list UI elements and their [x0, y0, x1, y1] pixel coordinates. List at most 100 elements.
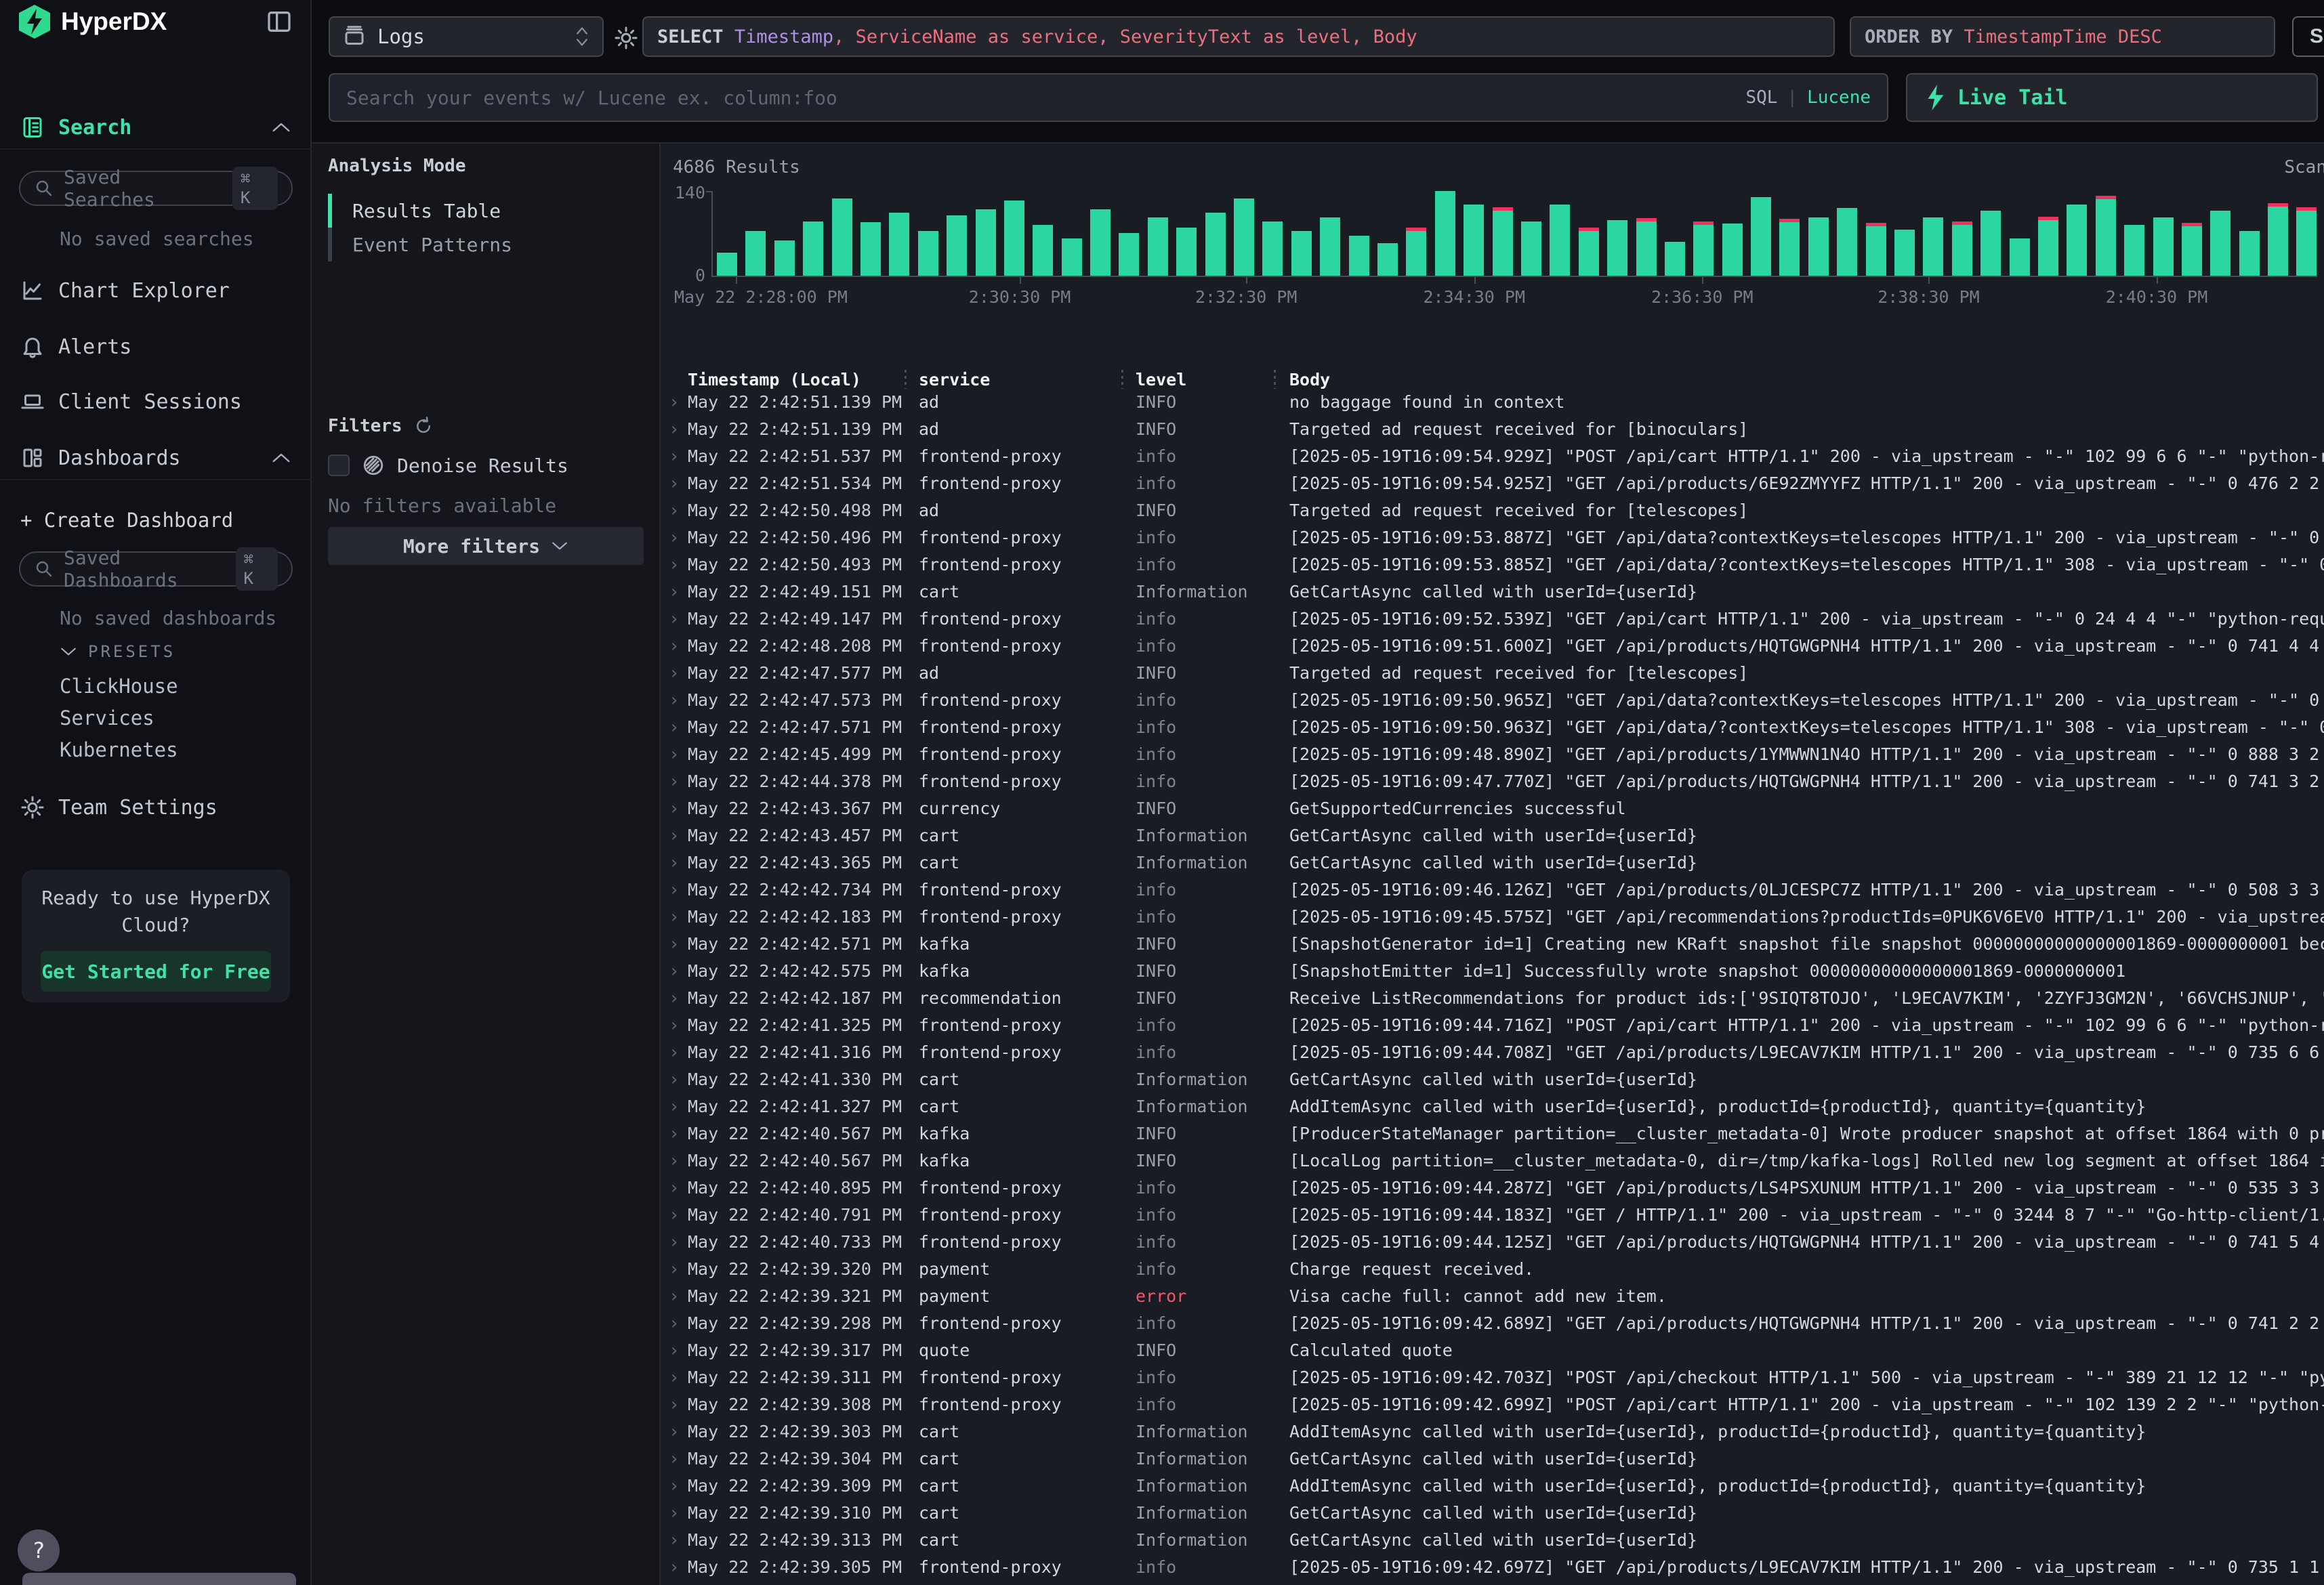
- histogram-bar[interactable]: [1779, 219, 1800, 276]
- event-search-input[interactable]: Search your events w/ Lucene ex. column:…: [329, 73, 1888, 122]
- histogram-bar[interactable]: [1607, 220, 1627, 276]
- table-row[interactable]: ›May 22 2:42:48.208 PMfrontend-proxyinfo…: [661, 632, 2324, 659]
- histogram-bar[interactable]: [1406, 228, 1426, 276]
- table-row[interactable]: ›May 22 2:42:41.316 PMfrontend-proxyinfo…: [661, 1038, 2324, 1065]
- refresh-icon[interactable]: [413, 416, 434, 436]
- table-row[interactable]: ›May 22 2:42:39.304 PMcartInformationGet…: [661, 1445, 2324, 1472]
- histogram-bar[interactable]: [1923, 217, 1943, 276]
- histogram-bar[interactable]: [745, 231, 766, 276]
- histogram-bar[interactable]: [860, 222, 881, 276]
- order-by-input[interactable]: ORDER BY TimestampTime DESC: [1850, 16, 2275, 57]
- histogram-bar[interactable]: [1349, 236, 1369, 276]
- row-expand-chevron-icon[interactable]: ›: [669, 1368, 680, 1388]
- row-expand-chevron-icon[interactable]: ›: [669, 1042, 680, 1063]
- histogram-bar[interactable]: [2038, 217, 2058, 276]
- histogram-bar[interactable]: [1033, 225, 1053, 276]
- live-tail-button[interactable]: Live Tail: [1906, 73, 2318, 122]
- histogram-bar[interactable]: [1262, 221, 1283, 276]
- table-row[interactable]: ›May 22 2:42:41.330 PMcartInformationGet…: [661, 1065, 2324, 1093]
- table-row[interactable]: ›May 22 2:42:50.496 PMfrontend-proxyinfo…: [661, 524, 2324, 551]
- row-expand-chevron-icon[interactable]: ›: [669, 1557, 680, 1578]
- sidebar-item-chart-explorer[interactable]: Chart Explorer: [0, 269, 312, 312]
- histogram-bar[interactable]: [976, 209, 996, 276]
- row-expand-chevron-icon[interactable]: ›: [669, 473, 680, 494]
- table-row[interactable]: ›May 22 2:42:42.187 PMrecommendationINFO…: [661, 984, 2324, 1011]
- histogram-bar[interactable]: [1377, 243, 1398, 276]
- table-row[interactable]: ›May 22 2:42:42.734 PMfrontend-proxyinfo…: [661, 876, 2324, 903]
- column-resize-handle-icon[interactable]: [1274, 370, 1276, 389]
- table-row[interactable]: ›May 22 2:42:40.791 PMfrontend-proxyinfo…: [661, 1201, 2324, 1228]
- histogram-bar[interactable]: [1866, 223, 1886, 276]
- presets-section-toggle[interactable]: PRESETS: [60, 642, 175, 661]
- row-expand-chevron-icon[interactable]: ›: [669, 636, 680, 656]
- histogram-bar[interactable]: [2096, 196, 2116, 276]
- table-row[interactable]: ›May 22 2:42:50.493 PMfrontend-proxyinfo…: [661, 551, 2324, 578]
- histogram-bar[interactable]: [2239, 231, 2260, 276]
- row-expand-chevron-icon[interactable]: ›: [669, 934, 680, 954]
- histogram-bar[interactable]: [1722, 224, 1743, 276]
- table-row[interactable]: ›May 22 2:42:39.313 PMcartInformationGet…: [661, 1526, 2324, 1553]
- histogram-bar[interactable]: [2182, 223, 2202, 276]
- table-row[interactable]: ›May 22 2:42:41.327 PMcartInformationAdd…: [661, 1093, 2324, 1120]
- sidebar-item-dashboards[interactable]: Dashboards: [0, 436, 312, 480]
- row-expand-chevron-icon[interactable]: ›: [669, 690, 680, 711]
- table-row[interactable]: ›May 22 2:42:50.498 PMadINFOTargeted ad …: [661, 496, 2324, 524]
- row-expand-chevron-icon[interactable]: ›: [669, 1449, 680, 1469]
- row-expand-chevron-icon[interactable]: ›: [669, 1422, 680, 1442]
- row-expand-chevron-icon[interactable]: ›: [669, 1070, 680, 1090]
- row-expand-chevron-icon[interactable]: ›: [669, 1015, 680, 1036]
- histogram-bar[interactable]: [947, 215, 967, 276]
- histogram-bar[interactable]: [889, 213, 909, 276]
- row-expand-chevron-icon[interactable]: ›: [669, 419, 680, 440]
- row-expand-chevron-icon[interactable]: ›: [669, 1124, 680, 1144]
- row-expand-chevron-icon[interactable]: ›: [669, 717, 680, 738]
- column-header-body[interactable]: Body: [1289, 370, 1330, 389]
- sidebar-item-team-settings[interactable]: Team Settings: [0, 786, 312, 829]
- histogram-bar[interactable]: [1062, 238, 1082, 276]
- table-row[interactable]: ›May 22 2:42:43.365 PMcartInformationGet…: [661, 849, 2324, 876]
- histogram-bar[interactable]: [1808, 217, 1829, 276]
- row-expand-chevron-icon[interactable]: ›: [669, 1259, 680, 1280]
- column-resize-handle-icon[interactable]: [1121, 370, 1123, 389]
- row-expand-chevron-icon[interactable]: ›: [669, 799, 680, 819]
- row-expand-chevron-icon[interactable]: ›: [669, 1205, 680, 1225]
- table-row[interactable]: ›May 22 2:42:47.577 PMadINFOTargeted ad …: [661, 659, 2324, 686]
- sidebar-item-client-sessions[interactable]: Client Sessions: [0, 380, 312, 423]
- save-button[interactable]: Save: [2292, 16, 2324, 57]
- table-row[interactable]: ›May 22 2:42:41.325 PMfrontend-proxyinfo…: [661, 1011, 2324, 1038]
- histogram-bar[interactable]: [1291, 231, 1312, 276]
- column-header-timestamp[interactable]: Timestamp (Local): [688, 370, 861, 389]
- table-row[interactable]: ›May 22 2:42:49.147 PMfrontend-proxyinfo…: [661, 605, 2324, 632]
- column-header-level[interactable]: level: [1136, 370, 1186, 389]
- table-row[interactable]: ›May 22 2:42:42.571 PMkafkaINFO[Snapshot…: [661, 930, 2324, 957]
- table-row[interactable]: ›May 22 2:42:43.367 PMcurrencyINFOGetSup…: [661, 795, 2324, 822]
- histogram-bar[interactable]: [1636, 218, 1657, 276]
- results-histogram[interactable]: [711, 191, 2317, 276]
- table-row[interactable]: ›May 22 2:42:51.534 PMfrontend-proxyinfo…: [661, 469, 2324, 496]
- row-expand-chevron-icon[interactable]: ›: [669, 392, 680, 413]
- table-row[interactable]: ›May 22 2:42:39.303 PMcartInformationAdd…: [661, 1418, 2324, 1445]
- mode-sql[interactable]: SQL: [1745, 87, 1777, 108]
- denoise-results-toggle[interactable]: Denoise Results: [328, 448, 568, 482]
- column-header-service[interactable]: service: [919, 370, 990, 389]
- row-expand-chevron-icon[interactable]: ›: [669, 853, 680, 873]
- histogram-bar[interactable]: [1119, 233, 1139, 276]
- histogram-bar[interactable]: [1234, 198, 1254, 276]
- sidebar-collapse-icon[interactable]: [266, 8, 293, 35]
- create-dashboard-button[interactable]: + Create Dashboard: [0, 499, 312, 542]
- table-row[interactable]: ›May 22 2:42:39.310 PMcartInformationGet…: [661, 1499, 2324, 1526]
- row-expand-chevron-icon[interactable]: ›: [669, 501, 680, 521]
- row-expand-chevron-icon[interactable]: ›: [669, 1340, 680, 1361]
- histogram-bar[interactable]: [803, 221, 823, 276]
- histogram-bar[interactable]: [1176, 228, 1197, 276]
- row-expand-chevron-icon[interactable]: ›: [669, 1530, 680, 1550]
- histogram-bar[interactable]: [1090, 209, 1111, 276]
- row-expand-chevron-icon[interactable]: ›: [669, 1151, 680, 1171]
- histogram-bar[interactable]: [1980, 211, 2001, 276]
- table-row[interactable]: ›May 22 2:42:47.573 PMfrontend-proxyinfo…: [661, 686, 2324, 713]
- chevron-up-icon[interactable]: [271, 121, 291, 133]
- table-row[interactable]: ›May 22 2:42:39.308 PMfrontend-proxyinfo…: [661, 1391, 2324, 1418]
- select-query-input[interactable]: SELECT Timestamp, ServiceName as service…: [642, 16, 1835, 57]
- column-resize-handle-icon[interactable]: [905, 370, 907, 389]
- histogram-bar[interactable]: [918, 231, 938, 276]
